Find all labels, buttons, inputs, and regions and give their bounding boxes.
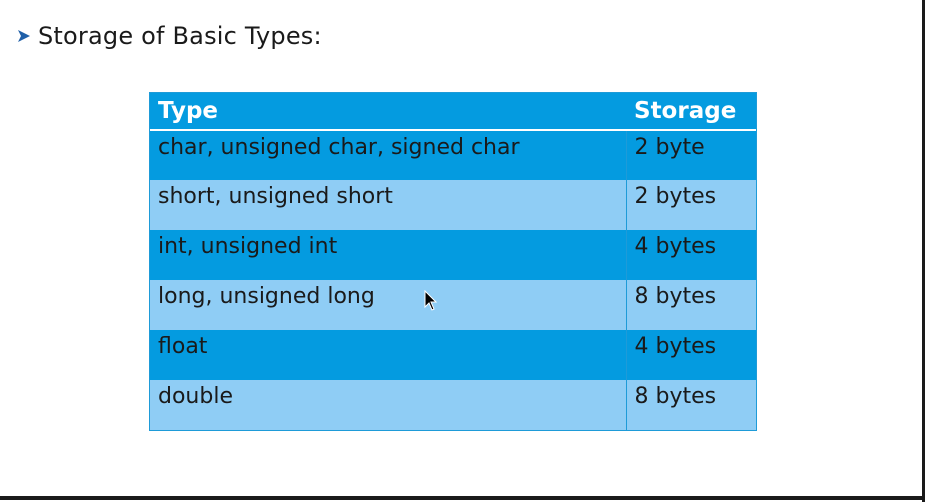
bullet-heading: Storage of Basic Types: bbox=[16, 20, 322, 52]
arrow-bullet-icon bbox=[16, 28, 32, 44]
storage-table: Type Storage char, unsigned char, signed… bbox=[149, 92, 757, 431]
storage-cell: 2 byte bbox=[625, 130, 756, 180]
type-cell: long, unsigned long bbox=[150, 280, 626, 330]
heading-text: Storage of Basic Types: bbox=[38, 22, 322, 50]
type-cell: short, unsigned short bbox=[150, 180, 626, 230]
storage-cell: 8 bytes bbox=[625, 280, 756, 330]
table-row: long, unsigned long 8 bytes bbox=[150, 280, 756, 330]
table-row: double 8 bytes bbox=[150, 380, 756, 430]
storage-cell: 4 bytes bbox=[625, 330, 756, 380]
type-cell: double bbox=[150, 380, 626, 430]
type-cell: int, unsigned int bbox=[150, 230, 626, 280]
window-right-edge bbox=[922, 0, 925, 502]
mouse-pointer-icon bbox=[424, 289, 438, 312]
type-cell: char, unsigned char, signed char bbox=[150, 130, 626, 180]
storage-cell: 8 bytes bbox=[625, 380, 756, 430]
table-row: char, unsigned char, signed char 2 byte bbox=[150, 130, 756, 180]
table-row: int, unsigned int 4 bytes bbox=[150, 230, 756, 280]
table-header-row: Type Storage bbox=[150, 93, 756, 131]
window-bottom-edge bbox=[0, 496, 922, 500]
table-row: short, unsigned short 2 bytes bbox=[150, 180, 756, 230]
storage-cell: 2 bytes bbox=[625, 180, 756, 230]
header-storage: Storage bbox=[626, 93, 756, 131]
header-type: Type bbox=[150, 93, 626, 131]
slide: Storage of Basic Types: Type Storage cha… bbox=[0, 0, 928, 502]
storage-cell: 4 bytes bbox=[625, 230, 756, 280]
table-row: float 4 bytes bbox=[150, 330, 756, 380]
type-cell: float bbox=[150, 330, 626, 380]
